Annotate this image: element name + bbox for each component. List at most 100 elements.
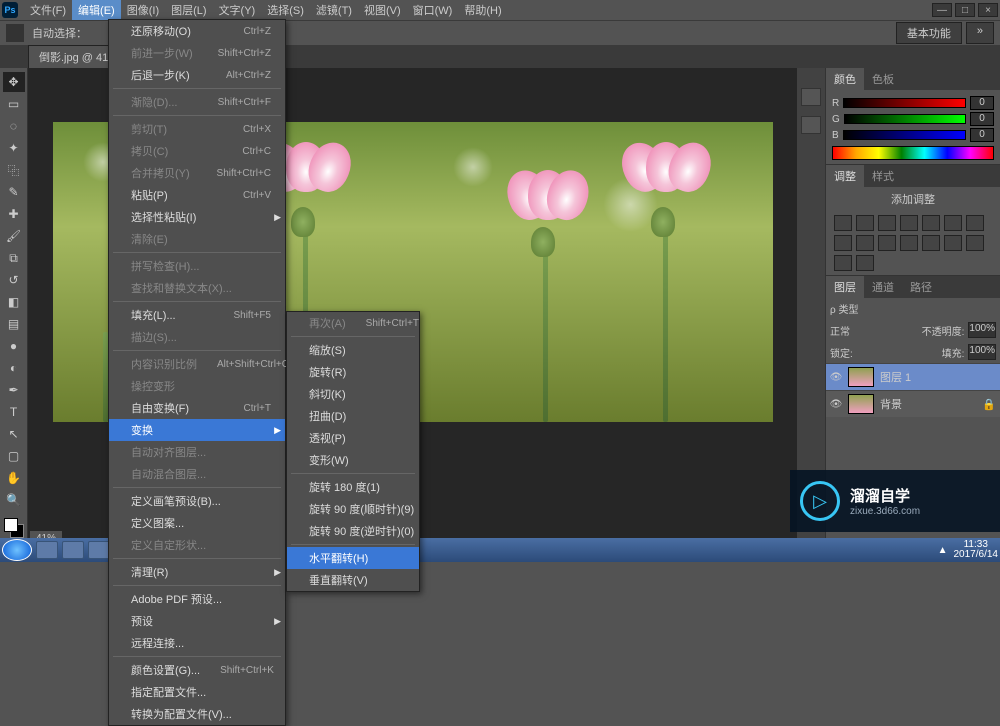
menu-transform-scale[interactable]: 缩放(S) bbox=[287, 339, 419, 361]
adj-balance-icon[interactable] bbox=[966, 215, 984, 231]
adj-bw-icon[interactable] bbox=[834, 235, 852, 251]
foreground-swatch[interactable] bbox=[4, 518, 18, 532]
menu-fill[interactable]: 填充(L)...Shift+F5 bbox=[109, 304, 285, 326]
menu-find-replace[interactable]: 查找和替换文本(X)... bbox=[109, 277, 285, 299]
properties-panel-icon[interactable] bbox=[801, 116, 821, 134]
menu-pdf-presets[interactable]: Adobe PDF 预设... bbox=[109, 588, 285, 610]
gradient-tool[interactable]: ▤ bbox=[3, 314, 25, 334]
b-slider[interactable] bbox=[843, 130, 966, 140]
menu-remote-connections[interactable]: 远程连接... bbox=[109, 632, 285, 654]
menu-paste[interactable]: 粘贴(P)Ctrl+V bbox=[109, 184, 285, 206]
menu-purge[interactable]: 清理(R)▶ bbox=[109, 561, 285, 583]
menu-window[interactable]: 窗口(W) bbox=[407, 0, 459, 20]
menu-stroke[interactable]: 描边(S)... bbox=[109, 326, 285, 348]
tray-icon[interactable]: ▲ bbox=[938, 545, 948, 556]
close-button[interactable]: × bbox=[978, 3, 998, 17]
marquee-tool[interactable]: ▭ bbox=[3, 94, 25, 114]
menu-step-back[interactable]: 后退一步(K)Alt+Ctrl+Z bbox=[109, 64, 285, 86]
menu-define-shape[interactable]: 定义自定形状... bbox=[109, 534, 285, 556]
tab-adjustments[interactable]: 调整 bbox=[826, 165, 864, 187]
menu-rotate-180[interactable]: 旋转 180 度(1) bbox=[287, 476, 419, 498]
eraser-tool[interactable]: ◧ bbox=[3, 292, 25, 312]
menu-presets[interactable]: 预设▶ bbox=[109, 610, 285, 632]
menu-rotate-90ccw[interactable]: 旋转 90 度(逆时针)(0) bbox=[287, 520, 419, 542]
g-slider[interactable] bbox=[844, 114, 966, 124]
type-tool[interactable]: T bbox=[3, 402, 25, 422]
menu-spell[interactable]: 拼写检查(H)... bbox=[109, 255, 285, 277]
tab-paths[interactable]: 路径 bbox=[902, 276, 940, 298]
menu-copy[interactable]: 拷贝(C)Ctrl+C bbox=[109, 140, 285, 162]
menu-cut[interactable]: 剪切(T)Ctrl+X bbox=[109, 118, 285, 140]
menu-paste-special[interactable]: 选择性粘贴(I)▶ bbox=[109, 206, 285, 228]
adj-exposure-icon[interactable] bbox=[900, 215, 918, 231]
start-button[interactable] bbox=[2, 539, 32, 561]
spectrum-picker[interactable] bbox=[832, 146, 994, 160]
adj-hue-icon[interactable] bbox=[944, 215, 962, 231]
adj-mixer-icon[interactable] bbox=[878, 235, 896, 251]
adj-vibrance-icon[interactable] bbox=[922, 215, 940, 231]
path-tool[interactable]: ↖ bbox=[3, 424, 25, 444]
menu-transform[interactable]: 变换▶ bbox=[109, 419, 285, 441]
zoom-tool[interactable]: 🔍 bbox=[3, 490, 25, 510]
menu-transform-again[interactable]: 再次(A)Shift+Ctrl+T bbox=[287, 312, 419, 334]
hand-tool[interactable]: ✋ bbox=[3, 468, 25, 488]
maximize-button[interactable]: □ bbox=[955, 3, 975, 17]
adj-gradmap-icon[interactable] bbox=[834, 255, 852, 271]
tab-channels[interactable]: 通道 bbox=[864, 276, 902, 298]
menu-view[interactable]: 视图(V) bbox=[358, 0, 407, 20]
tab-swatches[interactable]: 色板 bbox=[864, 68, 902, 90]
clock[interactable]: 11:33 2017/6/14 bbox=[954, 540, 999, 560]
adj-lookup-icon[interactable] bbox=[900, 235, 918, 251]
workspace-basic-button[interactable]: 基本功能 bbox=[896, 22, 962, 44]
menu-layer[interactable]: 图层(L) bbox=[165, 0, 212, 20]
menu-color-settings[interactable]: 颜色设置(G)...Shift+Ctrl+K bbox=[109, 659, 285, 681]
menu-image[interactable]: 图像(I) bbox=[121, 0, 165, 20]
history-panel-icon[interactable] bbox=[801, 88, 821, 106]
task-icon[interactable] bbox=[88, 541, 110, 559]
heal-tool[interactable]: ✚ bbox=[3, 204, 25, 224]
adj-filter-icon[interactable] bbox=[856, 235, 874, 251]
tab-styles[interactable]: 样式 bbox=[864, 165, 902, 187]
menu-transform-distort[interactable]: 扭曲(D) bbox=[287, 405, 419, 427]
menu-transform-perspective[interactable]: 透视(P) bbox=[287, 427, 419, 449]
dodge-tool[interactable]: ◐ bbox=[3, 358, 25, 378]
adj-curves-icon[interactable] bbox=[878, 215, 896, 231]
move-tool[interactable]: ✥ bbox=[3, 72, 25, 92]
workspace-more-button[interactable]: » bbox=[966, 22, 994, 44]
menu-flip-vertical[interactable]: 垂直翻转(V) bbox=[287, 569, 419, 591]
menu-convert-profile[interactable]: 转换为配置文件(V)... bbox=[109, 703, 285, 725]
menu-undo-move[interactable]: 还原移动(O)Ctrl+Z bbox=[109, 20, 285, 42]
menu-transform-skew[interactable]: 斜切(K) bbox=[287, 383, 419, 405]
menu-edit[interactable]: 编辑(E) bbox=[72, 0, 121, 20]
adj-selective-icon[interactable] bbox=[856, 255, 874, 271]
menu-type[interactable]: 文字(Y) bbox=[213, 0, 262, 20]
visibility-icon[interactable]: 👁 bbox=[830, 371, 842, 383]
adj-levels-icon[interactable] bbox=[856, 215, 874, 231]
tab-color[interactable]: 颜色 bbox=[826, 68, 864, 90]
layer-name[interactable]: 图层 1 bbox=[880, 369, 911, 385]
history-tool[interactable]: ↺ bbox=[3, 270, 25, 290]
fill-value[interactable]: 100% bbox=[968, 344, 996, 360]
layer-row-1[interactable]: 👁 图层 1 bbox=[826, 363, 1000, 390]
g-value[interactable]: 0 bbox=[970, 112, 994, 126]
visibility-icon[interactable]: 👁 bbox=[830, 398, 842, 410]
lasso-tool[interactable]: ◌ bbox=[3, 116, 25, 136]
menu-fade[interactable]: 渐隐(D)...Shift+Ctrl+F bbox=[109, 91, 285, 113]
blur-tool[interactable]: ● bbox=[3, 336, 25, 356]
b-value[interactable]: 0 bbox=[970, 128, 994, 142]
menu-auto-align[interactable]: 自动对齐图层... bbox=[109, 441, 285, 463]
layer-name[interactable]: 背景 bbox=[880, 396, 902, 412]
menu-file[interactable]: 文件(F) bbox=[24, 0, 72, 20]
menu-flip-horizontal[interactable]: 水平翻转(H) bbox=[287, 547, 419, 569]
kind-filter[interactable]: ρ 类型 bbox=[830, 301, 858, 316]
blend-mode-select[interactable]: 正常 bbox=[830, 323, 850, 338]
task-icon[interactable] bbox=[62, 541, 84, 559]
pen-tool[interactable]: ✒ bbox=[3, 380, 25, 400]
menu-assign-profile[interactable]: 指定配置文件... bbox=[109, 681, 285, 703]
minimize-button[interactable]: — bbox=[932, 3, 952, 17]
brush-tool[interactable]: 🖌 bbox=[3, 226, 25, 246]
menu-transform-warp[interactable]: 变形(W) bbox=[287, 449, 419, 471]
r-slider[interactable] bbox=[843, 98, 966, 108]
menu-copy-merged[interactable]: 合并拷贝(Y)Shift+Ctrl+C bbox=[109, 162, 285, 184]
crop-tool[interactable]: ⿻ bbox=[3, 160, 25, 180]
